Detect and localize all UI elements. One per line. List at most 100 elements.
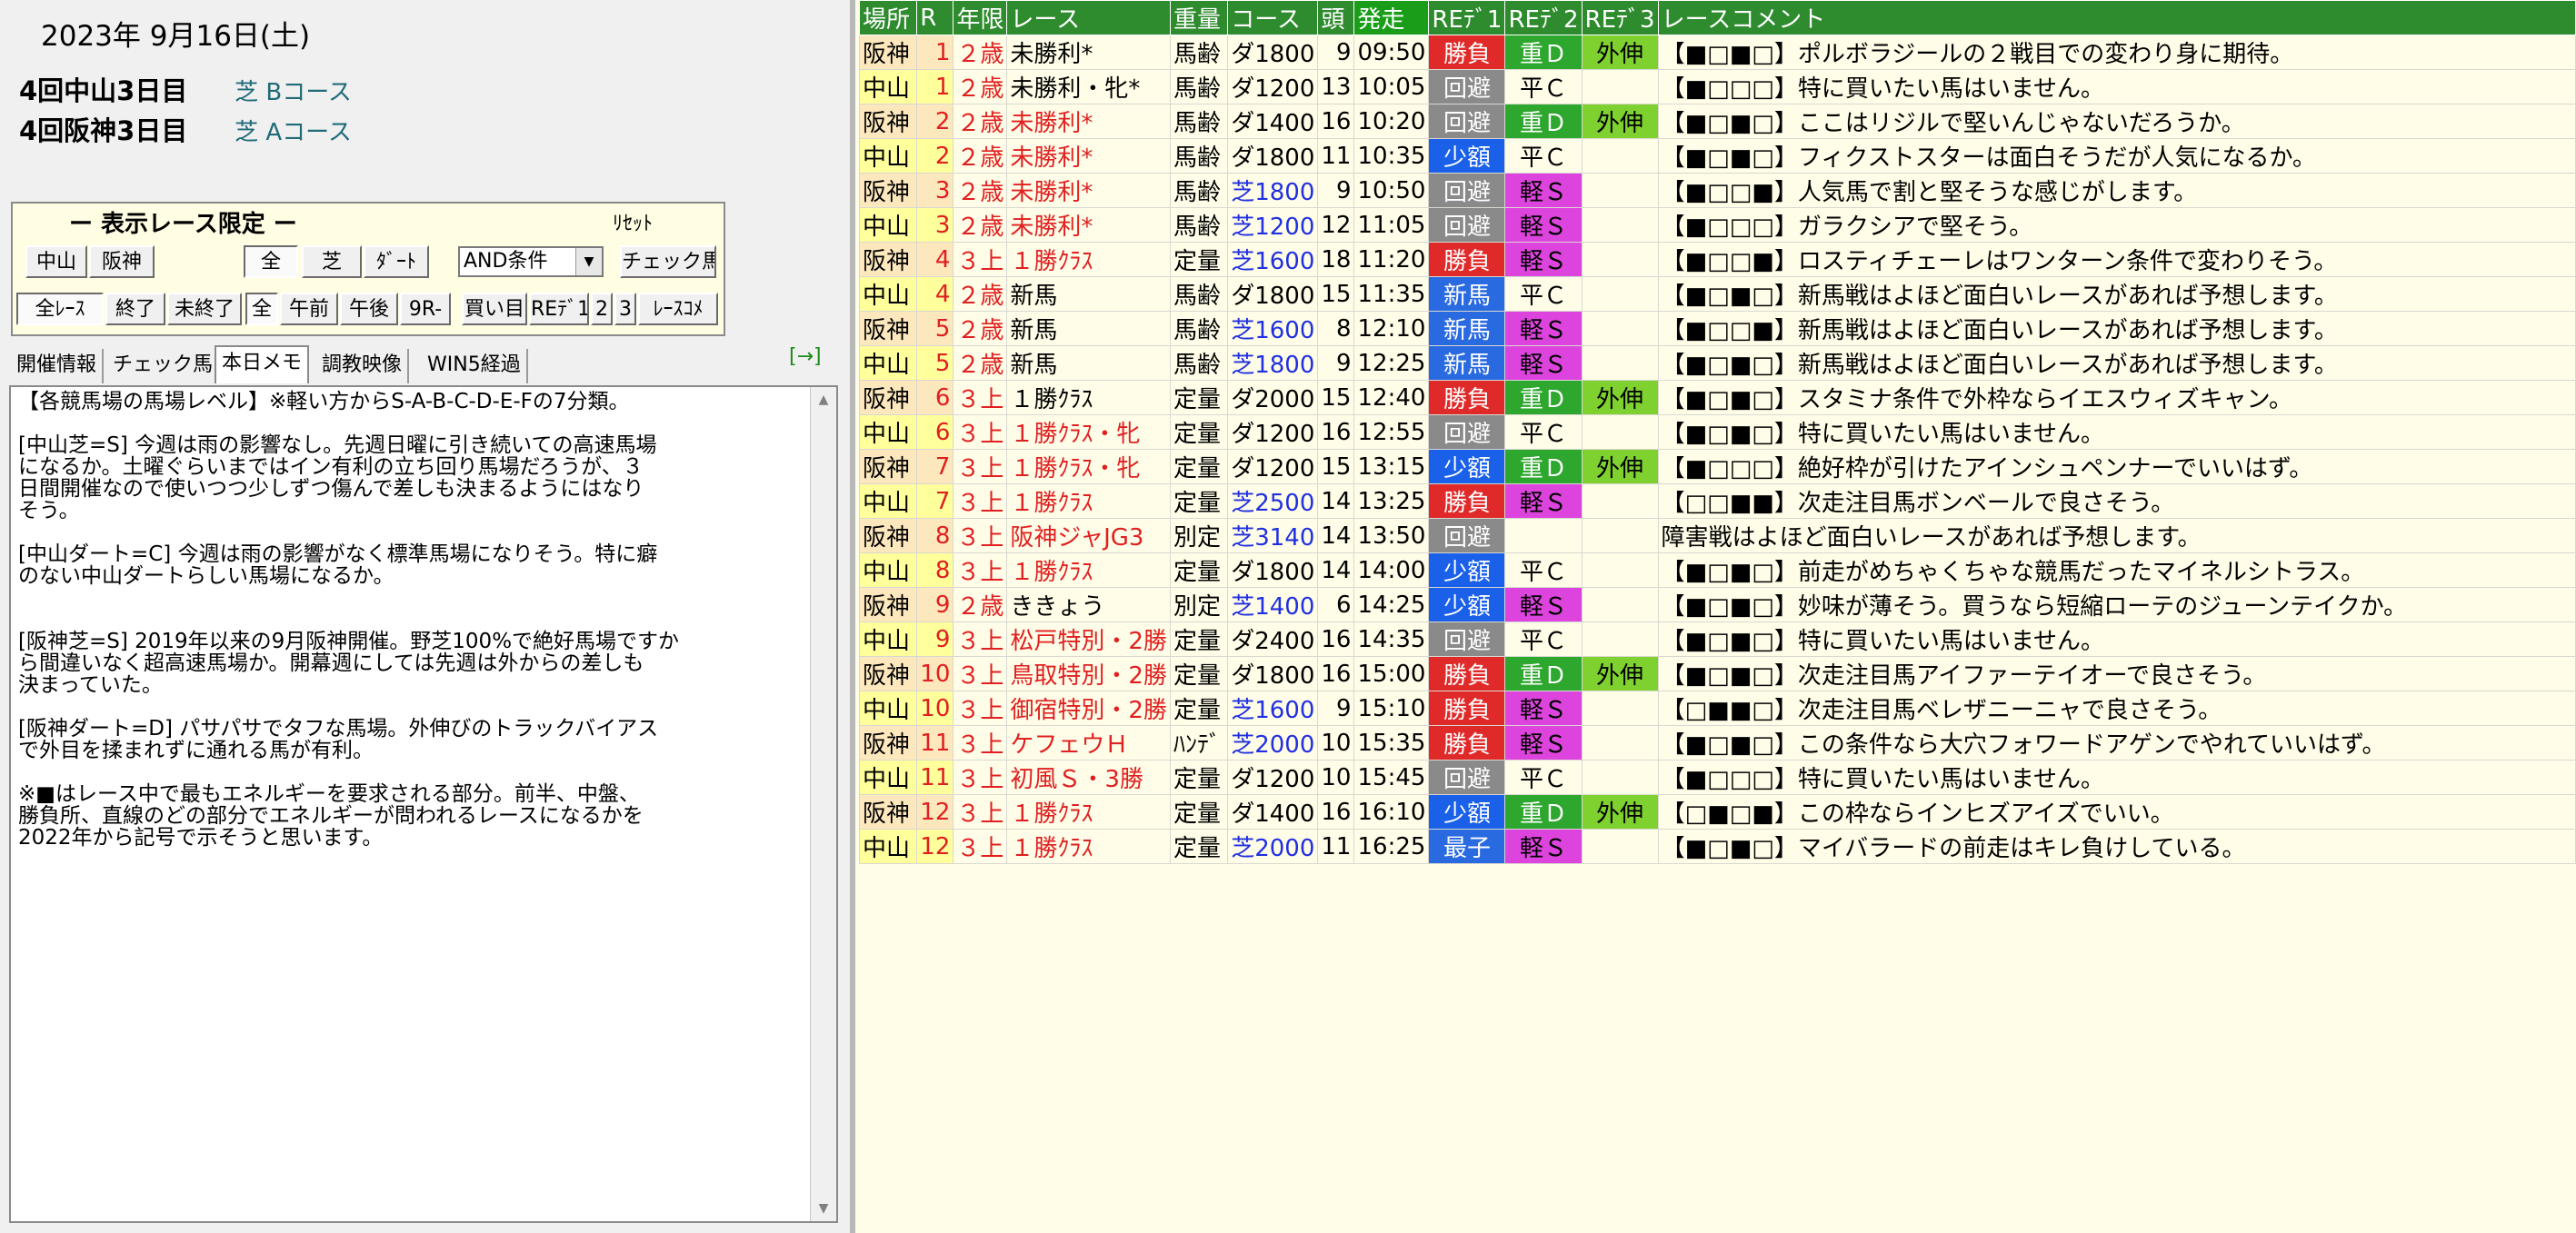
table-row[interactable]: 中山 2 ２歳 未勝利* 馬齢 ダ1800 11 10:35 少額 平Ｃ 【■□■□】フィクストスタ… [858,138,2576,174]
col-header-race[interactable]: レース [1006,0,1171,35]
col-header-course[interactable]: コース [1227,0,1319,35]
cell-start-time: 16:25 [1353,829,1430,864]
filter-time-all-button[interactable]: 全 [245,293,278,325]
table-row[interactable]: 阪神 4 ３上 １勝ｸﾗｽ 定量 芝1600 18 11:20 勝負 軽Ｓ 【■□□■】ロスティチェ… [858,242,2576,277]
reset-button[interactable]: ﾘｾｯﾄ [613,207,653,236]
cell-race-name: 未勝利* [1006,104,1171,139]
cell-venue: 阪神 [858,587,918,622]
filter-all-races-button[interactable]: 全ﾚｰｽ [16,293,104,325]
today-memo-area[interactable]: 【各競馬場の馬場レベル】※軽い方からS-A-B-C-D-E-Fの7分類。 [中山… [9,385,838,1223]
table-row[interactable]: 中山 6 ３上 １勝ｸﾗｽ・牝 定量 ダ1200 16 12:55 回避 平Ｃ 【■□■□】特に買い… [858,414,2576,450]
col-header-r[interactable]: R [916,0,954,35]
cell-age: ３上 [953,518,1008,553]
check-horse-button[interactable]: チェック馬 [620,245,716,278]
table-row[interactable]: 中山 1 ２歳 未勝利・牝* 馬齢 ダ1200 13 10:05 回避 平Ｃ 【■□□□】特に買いた… [858,69,2576,104]
cell-race-name: ききょう [1006,587,1171,622]
cell-venue: 阪神 [858,311,918,346]
chevron-down-icon[interactable]: ▼ [575,248,602,275]
cell-venue: 中山 [858,138,918,174]
col-header-start[interactable]: 発走 [1353,0,1430,35]
cell-weight: 定量 [1169,414,1229,450]
filter-dirt-button[interactable]: ﾀﾞｰﾄ [364,245,429,278]
cell-red2: 軽Ｓ [1504,483,1583,519]
table-row[interactable]: 阪神 10 ３上 鳥取特別・2勝 定量 ダ1800 16 15:00 勝負 重Ｄ 外伸 【■□■□】次… [858,656,2576,691]
venue-info-hanshin: 4回阪神3日目 芝 Aコース [19,113,352,149]
col-header-red1[interactable]: REﾃﾞ1 [1428,0,1506,35]
table-row[interactable]: 阪神 3 ２歳 未勝利* 馬齢 芝1800 9 10:50 回避 軽Ｓ 【■□□■】人気馬で割と堅そ… [858,173,2576,208]
table-row[interactable]: 中山 11 ３上 初風Ｓ・3勝 定量 ダ1200 10 15:45 回避 平Ｃ 【■□□□】特に買い… [858,760,2576,795]
cell-start-time: 14:00 [1353,552,1430,588]
cell-heads: 8 [1317,311,1355,346]
table-row[interactable]: 阪神 11 ３上 ケフェウＨ ﾊﾝﾃﾞ 芝2000 10 15:35 勝負 軽Ｓ 【■□■□】この条… [858,725,2576,761]
table-row[interactable]: 阪神 9 ２歳 ききょう 別定 芝1400 6 14:25 少額 軽Ｓ 【■□■□】妙味が薄そう。買… [858,587,2576,622]
table-row[interactable]: 中山 8 ３上 １勝ｸﾗｽ 定量 ダ1800 14 14:00 少額 平Ｃ 【■□■□】前走がめちゃ… [858,552,2576,588]
race-comment-button[interactable]: ﾚｰｽｺﾒ [638,293,718,325]
venue-meeting-label: 4回中山3日目 [19,75,188,106]
cell-r: 3 [916,207,954,243]
col-header-red2[interactable]: REﾃﾞ2 [1504,0,1583,35]
filter-surface-all-button[interactable]: 全 [244,245,298,278]
red2-button[interactable]: 2 [591,293,613,325]
table-row[interactable]: 阪神 1 ２歳 未勝利* 馬齢 ダ1800 9 09:50 勝負 重Ｄ 外伸 【■□■□】ポルボラジー… [858,35,2576,70]
cell-comment: 【■□□■】新馬戦はよほど面白いレースがあれば予想します。 [1657,311,2576,346]
table-row[interactable]: 阪神 5 ２歳 新馬 馬齢 芝1600 8 12:10 新馬 軽Ｓ 【■□□■】新馬戦はよほど面白い… [858,311,2576,346]
col-header-venue[interactable]: 場所 [858,0,918,35]
col-header-heads[interactable]: 頭 [1317,0,1355,35]
table-row[interactable]: 中山 4 ２歳 新馬 馬齢 ダ1800 15 11:35 新馬 平Ｃ 【■□■□】新馬戦はよほど面白… [858,276,2576,312]
and-condition-select[interactable]: AND条件 ▼ [458,246,604,277]
tab-training-video[interactable]: 調教映像 [316,349,410,383]
memo-scrollbar[interactable]: ▲ ▼ [810,387,836,1221]
cell-comment: 【□■■□】次走注目馬ベレザニーニャで良さそう。 [1657,691,2576,726]
table-row[interactable]: 中山 10 ３上 御宿特別・2勝 定量 芝1600 9 15:10 勝負 軽Ｓ 【□■■□】次走注目… [858,691,2576,726]
cell-course: ダ2000 [1227,380,1319,415]
cell-r: 3 [916,173,954,208]
col-header-age[interactable]: 年限 [953,0,1008,35]
tab-kaisai-info[interactable]: 開催情報 [11,349,105,383]
filter-finished-button[interactable]: 終了 [105,293,165,325]
cell-red3 [1581,207,1659,243]
table-row[interactable]: 阪神 2 ２歳 未勝利* 馬齢 ダ1400 16 10:20 回避 重Ｄ 外伸 【■□■□】ここはリジ… [858,104,2576,139]
cell-comment: 【■□■□】妙味が薄そう。買うなら短縮ローテのジューンテイクか。 [1657,587,2576,622]
scroll-down-icon[interactable]: ▼ [811,1196,836,1221]
col-header-red3[interactable]: REﾃﾞ3 [1581,0,1659,35]
bet-button[interactable]: 買い目 [462,293,527,325]
filter-hanshin-button[interactable]: 阪神 [89,245,155,278]
tab-win5-progress[interactable]: WIN5経過 [422,349,528,383]
cell-red3 [1581,345,1659,381]
cell-red1: 勝負 [1428,380,1506,415]
scroll-up-icon[interactable]: ▲ [811,387,836,413]
cell-start-time: 10:20 [1353,104,1430,139]
cell-red3 [1581,725,1659,761]
expand-arrow-icon[interactable]: [→] [789,345,822,368]
filter-nakayama-button[interactable]: 中山 [25,245,87,278]
table-row[interactable]: 阪神 12 ３上 １勝ｸﾗｽ 定量 ダ1400 16 16:10 少額 重Ｄ 外伸 【□■□■】この枠… [858,794,2576,830]
filter-am-button[interactable]: 午前 [280,293,338,325]
cell-red3: 外伸 [1581,449,1659,484]
table-row[interactable]: 阪神 7 ３上 １勝ｸﾗｽ・牝 定量 ダ1200 15 13:15 少額 重Ｄ 外伸 【■□□□】絶好… [858,449,2576,484]
col-header-weight[interactable]: 重量 [1169,0,1229,35]
table-row[interactable]: 中山 5 ２歳 新馬 馬齢 芝1800 9 12:25 新馬 軽Ｓ 【■□■□】新馬戦はよほど面白い… [858,345,2576,381]
tab-today-memo[interactable]: 本日メモ [215,345,310,383]
table-row[interactable]: 中山 3 ２歳 未勝利* 馬齢 芝1200 12 11:05 回避 軽Ｓ 【■□□□】ガラクシアで堅… [858,207,2576,243]
cell-age: ３上 [953,380,1008,415]
table-row[interactable]: 阪神 6 ３上 １勝ｸﾗｽ 定量 ダ2000 15 12:40 勝負 重Ｄ 外伸 【■□■□】スタミナ… [858,380,2576,415]
cell-red1: 勝負 [1428,242,1506,277]
cell-course: 芝1400 [1227,587,1319,622]
tab-check-horse[interactable]: チェック馬 [107,349,221,383]
col-header-comment[interactable]: レースコメント [1657,0,2576,35]
red1-button[interactable]: REﾃﾞ1 [529,293,589,325]
filter-pm-button[interactable]: 午後 [340,293,398,325]
cell-red1: 回避 [1428,173,1506,208]
filter-turf-button[interactable]: 芝 [302,245,362,278]
table-row[interactable]: 中山 12 ３上 １勝ｸﾗｽ 定量 芝2000 11 16:25 最子 軽Ｓ 【■□■□】マイバラー… [858,829,2576,864]
cell-r: 9 [916,621,954,657]
table-row[interactable]: 阪神 8 ３上 阪神ジャJG3 別定 芝3140 14 13:50 回避 障害戦はよほど面白いレー… [858,518,2576,553]
red3-button[interactable]: 3 [614,293,636,325]
cell-red2: 軽Ｓ [1504,345,1583,381]
filter-9r-button[interactable]: 9R- [400,293,451,325]
cell-comment: 【■□■□】ここはリジルで堅いんじゃないだろうか。 [1657,104,2576,139]
table-row[interactable]: 中山 7 ３上 １勝ｸﾗｽ 定量 芝2500 14 13:25 勝負 軽Ｓ 【□□■■】次走注目馬ボ… [858,483,2576,519]
cell-weight: 馬齢 [1169,138,1229,174]
table-row[interactable]: 中山 9 ３上 松戸特別・2勝 定量 ダ2400 16 14:35 回避 平Ｃ 【■□■□】特に買い… [858,621,2576,657]
filter-unfinished-button[interactable]: 未終了 [167,293,242,325]
